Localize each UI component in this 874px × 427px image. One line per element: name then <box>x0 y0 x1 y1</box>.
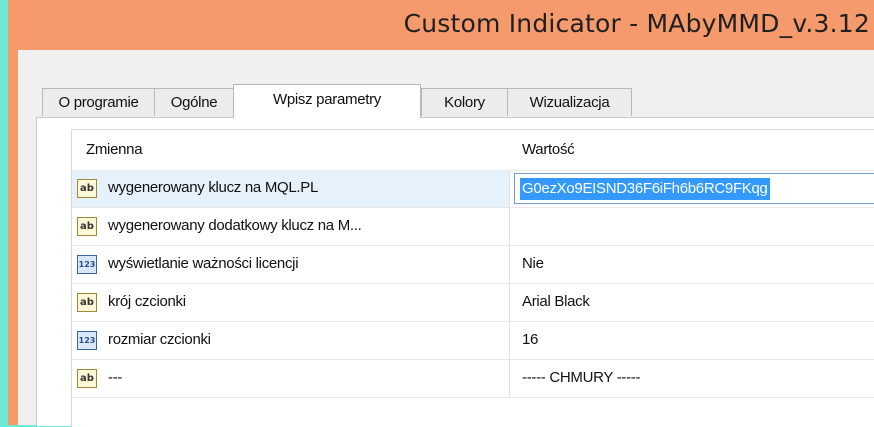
param-value[interactable]: Arial Black <box>522 293 590 310</box>
selected-value-text[interactable]: G0ezXo9EISND36F6iFh6b6RC9FKqg <box>520 178 770 200</box>
table-row[interactable]: ab --- ----- CHMURY ----- <box>72 360 874 398</box>
name-cell: ab wygenerowany klucz na MQL.PL <box>72 170 510 207</box>
param-name: rozmiar czcionki <box>108 331 211 348</box>
tab-wizualizacja[interactable]: Wizualizacja <box>507 88 632 116</box>
tab-wpisz-parametry[interactable]: Wpisz parametry <box>233 84 421 118</box>
name-cell: ab krój czcionki <box>72 284 510 321</box>
dialog-window: Custom Indicator - MAbyMMD_v.3.12 O prog… <box>8 0 874 427</box>
table-row[interactable]: 123 rozmiar czcionki 16 <box>72 322 874 360</box>
param-value[interactable]: 16 <box>522 331 538 348</box>
column-header-value[interactable]: Wartość <box>522 141 575 158</box>
name-cell: ab wygenerowany dodatkowy klucz na M... <box>72 208 510 245</box>
value-edit-field[interactable]: G0ezXo9EISND36F6iFh6b6RC9FKqg <box>514 173 874 204</box>
param-name: krój czcionki <box>108 293 186 310</box>
ab-string-icon: ab <box>77 293 97 312</box>
tab-kolory[interactable]: Kolory <box>421 88 508 116</box>
table-row[interactable]: ab krój czcionki Arial Black <box>72 284 874 322</box>
param-name: --- <box>108 369 123 386</box>
param-name: wyświetlanie ważności licencji <box>108 255 299 272</box>
param-name: wygenerowany dodatkowy klucz na M... <box>108 217 362 234</box>
name-cell: 123 wyświetlanie ważności licencji <box>72 246 510 283</box>
ab-string-icon: ab <box>77 179 97 198</box>
title-bar[interactable]: Custom Indicator - MAbyMMD_v.3.12 <box>8 0 874 50</box>
parameters-grid: Zmienna Wartość ab wygenerowany klucz na… <box>71 129 874 427</box>
123-numeric-icon: 123 <box>77 331 97 350</box>
grid-header: Zmienna Wartość <box>72 130 874 171</box>
table-row[interactable]: 123 wyświetlanie ważności licencji Nie <box>72 246 874 284</box>
123-numeric-icon: 123 <box>77 255 97 274</box>
tab-panel-parameters: Zmienna Wartość ab wygenerowany klucz na… <box>36 117 874 427</box>
tab-o-programie[interactable]: O programie <box>42 88 155 116</box>
table-row[interactable]: ab wygenerowany klucz na MQL.PL G0ezXo9E… <box>72 170 874 208</box>
dialog-client-area: O programie Ogólne Wpisz parametry Kolor… <box>18 50 874 427</box>
param-value[interactable]: Nie <box>522 255 544 272</box>
table-row[interactable]: ab wygenerowany dodatkowy klucz na M... <box>72 208 874 246</box>
param-value[interactable]: ----- CHMURY ----- <box>522 369 640 386</box>
ab-string-icon: ab <box>77 217 97 236</box>
tab-ogolne[interactable]: Ogólne <box>154 88 234 116</box>
param-name: wygenerowany klucz na MQL.PL <box>108 179 319 196</box>
window-title: Custom Indicator - MAbyMMD_v.3.12 <box>403 9 870 38</box>
column-header-name[interactable]: Zmienna <box>86 141 143 158</box>
ab-string-icon: ab <box>77 369 97 388</box>
name-cell: ab --- <box>72 360 510 397</box>
name-cell: 123 rozmiar czcionki <box>72 322 510 359</box>
